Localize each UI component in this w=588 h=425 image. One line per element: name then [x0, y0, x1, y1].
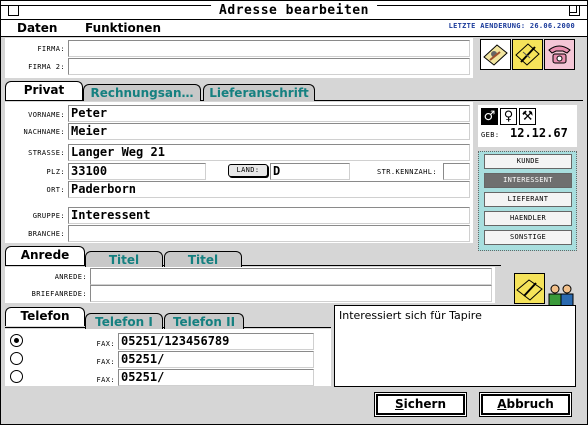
contact-card-icon [483, 44, 508, 66]
save-button[interactable]: Sichern [376, 394, 465, 415]
phone-radio-1[interactable] [10, 334, 23, 347]
contact-card-button[interactable] [480, 39, 511, 70]
gruppe-field[interactable]: Interessent [68, 207, 470, 224]
save-label-rest: ichern [403, 397, 447, 411]
strkz-field[interactable] [443, 163, 470, 180]
phone-field-3[interactable]: 05251/ [118, 369, 314, 386]
branche-label: BRANCHE: [28, 230, 65, 238]
phone-radio-3[interactable] [10, 370, 23, 383]
people-icon [548, 284, 574, 307]
tab-rechnungsanschrift[interactable]: Rechnungsan… [83, 84, 201, 101]
letter-button[interactable] [514, 273, 545, 304]
window-title: Adresse bearbeiten [211, 3, 377, 18]
tab-anrede[interactable]: Anrede [5, 246, 85, 265]
ort-label: ORT: [46, 186, 65, 194]
phone-radio-2[interactable] [10, 352, 23, 365]
strasse-label: STRASSE: [28, 149, 65, 157]
menu-daten[interactable]: Daten [17, 21, 57, 35]
tab-titel-1[interactable]: Titel [85, 251, 163, 268]
close-box[interactable] [8, 5, 19, 16]
hammer-icon[interactable]: ⚒ [519, 108, 536, 125]
cancel-button[interactable]: Abbruch [481, 394, 570, 415]
tab-lieferanschrift[interactable]: Lieferanschrift [203, 84, 315, 101]
plz-label: PLZ: [46, 168, 65, 176]
group-lieferant-button[interactable]: LIEFERANT [484, 192, 572, 207]
tab-privat[interactable]: Privat [5, 81, 83, 100]
firma-label: FIRMA: [37, 45, 65, 53]
land-button[interactable]: LAND: [228, 164, 268, 177]
phone-field-2[interactable]: 05251/ [118, 351, 314, 368]
nachname-label: NACHNAME: [23, 128, 65, 136]
tab-telefon-2[interactable]: Telefon II [164, 313, 244, 330]
firma2-field[interactable] [68, 58, 470, 75]
note-pen-icon [515, 43, 540, 66]
phone-button[interactable] [544, 39, 575, 70]
phone-field-1[interactable]: 05251/123456789 [118, 333, 314, 350]
nachname-field[interactable]: Meier [68, 123, 470, 140]
ort-field[interactable]: Paderborn [68, 181, 470, 198]
strasse-field[interactable]: Langer Weg 21 [68, 144, 470, 161]
letter-pen-icon [516, 279, 543, 301]
male-symbol-icon[interactable]: ♂ [481, 108, 498, 125]
group-interessent-button[interactable]: INTERESSENT [484, 173, 572, 188]
anrede-label: ANREDE: [54, 273, 87, 281]
notes-textarea[interactable]: Interessiert sich für Tapire [334, 305, 576, 387]
cancel-mnemonic: A [497, 397, 507, 411]
anrede-tab-line [5, 265, 501, 266]
branche-field[interactable] [68, 225, 470, 242]
phone-label-2: FAX: [96, 358, 115, 366]
edit-address-window: Adresse bearbeiten Daten Funktionen LETZ… [0, 0, 588, 425]
briefanrede-field[interactable] [90, 285, 492, 302]
vorname-label: VORNAME: [28, 111, 65, 119]
title-bar[interactable]: Adresse bearbeiten [1, 1, 587, 20]
group-haendler-button[interactable]: HAENDLER [484, 211, 572, 226]
save-mnemonic: S [394, 397, 404, 411]
note-pen-button[interactable] [512, 39, 543, 70]
phone-label-1: FAX: [96, 340, 115, 348]
phone-label-3: FAX: [96, 376, 115, 384]
land-field[interactable]: D [270, 163, 350, 180]
birthday-value: 12.12.67 [510, 126, 568, 140]
female-symbol-icon[interactable]: ♀ [500, 108, 517, 125]
cancel-label-rest: bbruch [506, 397, 554, 411]
briefanrede-label: BRIEFANREDE: [31, 290, 87, 298]
zoom-box[interactable] [569, 5, 580, 16]
vorname-field[interactable]: Peter [68, 105, 470, 122]
tab-titel-2[interactable]: Titel [164, 251, 242, 268]
gruppe-label: GRUPPE: [32, 212, 65, 220]
menu-bar: Daten Funktionen LETZTE AENDERUNG: 26.06… [1, 20, 587, 37]
anrede-field[interactable] [90, 268, 492, 285]
menu-funktionen[interactable]: Funktionen [85, 21, 161, 35]
group-kunde-button[interactable]: KUNDE [484, 154, 572, 169]
tab-telefon-1[interactable]: Telefon I [85, 313, 163, 330]
last-change-date: LETZTE AENDERUNG: 26.06.2000 [448, 22, 575, 30]
strkz-label: STR.KENNZAHL: [377, 168, 437, 176]
firma-field[interactable] [68, 40, 470, 57]
geb-label: GEB: [481, 131, 500, 139]
group-sonstige-button[interactable]: SONSTIGE [484, 230, 572, 245]
people-button[interactable] [546, 283, 575, 307]
plz-field[interactable]: 33100 [68, 163, 206, 180]
telephone-icon [548, 45, 571, 64]
tab-telefon[interactable]: Telefon [5, 307, 85, 326]
firma2-label: FIRMA 2: [28, 63, 65, 71]
